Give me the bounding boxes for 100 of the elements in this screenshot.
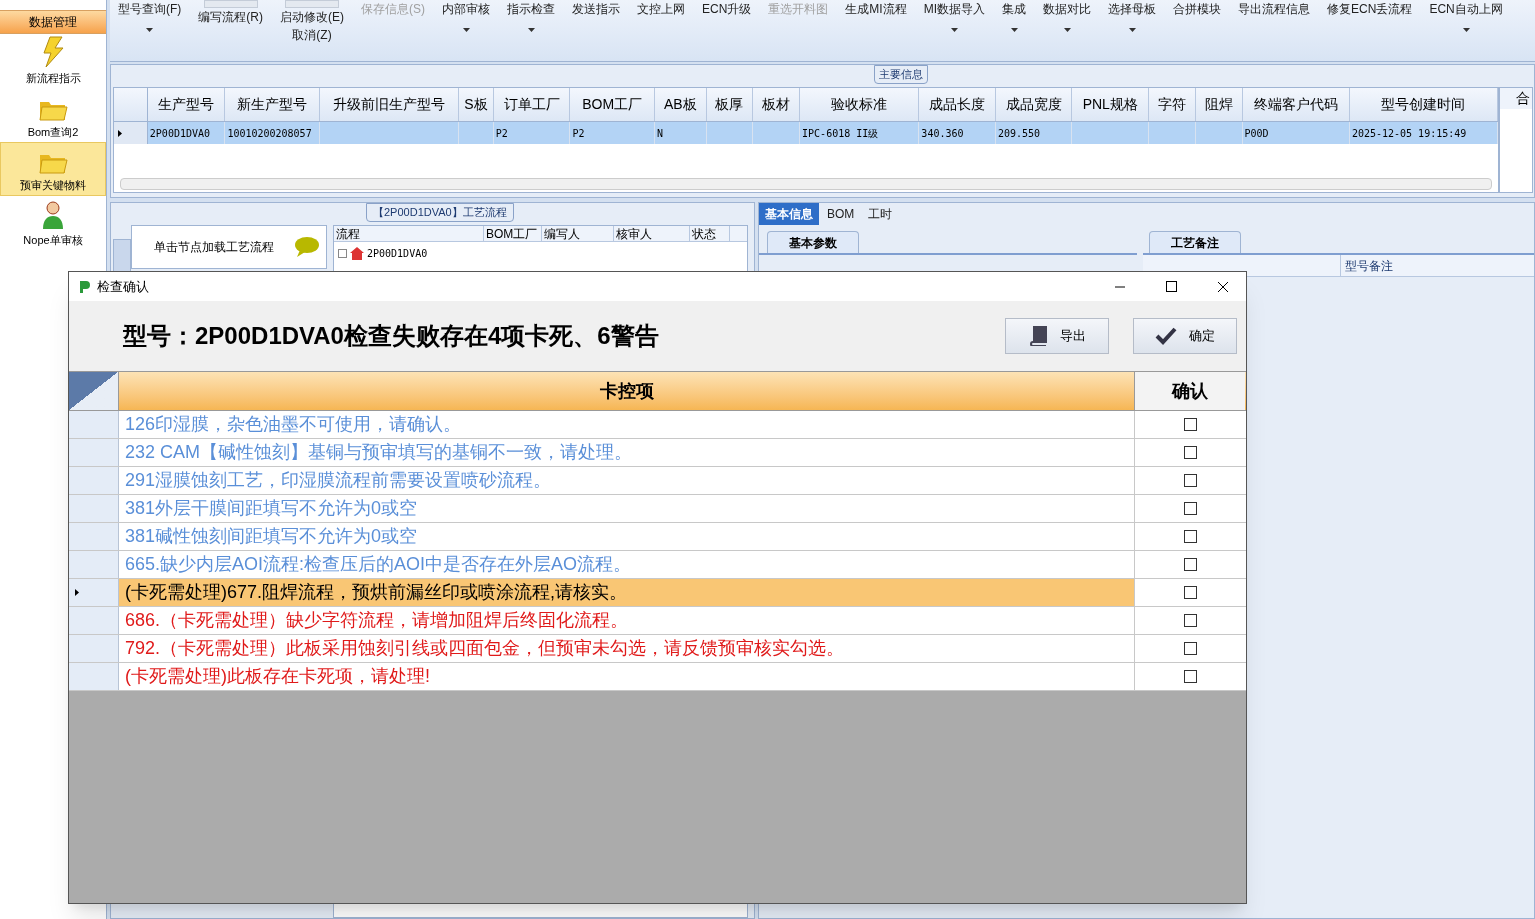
toolbar-button[interactable]: 生成MI流程 [845, 0, 907, 61]
dialog-button[interactable]: 确定 [1133, 318, 1237, 354]
column-header[interactable]: 生产型号 [147, 88, 226, 121]
column-header[interactable]: BOM工厂 [484, 226, 542, 241]
toolbar-button[interactable]: 集成 [1002, 0, 1027, 61]
table-cell-text: IPC-6018 II级 [802, 126, 879, 141]
toolbar-button[interactable]: 导出流程信息 [1238, 0, 1311, 61]
table-cell-text: 792.（卡死需处理）此板采用蚀刻引线或四面包金，但预审未勾选，请反馈预审核实勾选。 [125, 637, 845, 660]
speech-bubble-icon [294, 236, 320, 258]
column-header[interactable]: 确认 [1135, 372, 1245, 410]
caret-icon [527, 28, 535, 32]
button-graphic [285, 0, 339, 8]
caret-icon [1128, 28, 1136, 32]
column-header[interactable]: 状态 [690, 226, 730, 241]
maximize-icon[interactable] [1166, 281, 1177, 292]
table-cell-text: 665.缺少内层AOI流程:检查压后的AOI中是否存在外层AO流程。 [125, 553, 632, 576]
checkbox[interactable] [1183, 642, 1197, 655]
collapse-icon[interactable] [338, 248, 347, 258]
column-header[interactable]: 核审人 [614, 226, 690, 241]
lightning-icon [40, 35, 66, 68]
column-header[interactable]: BOM工厂 [570, 88, 655, 121]
check-icon [1155, 327, 1177, 345]
column-header[interactable]: 板厚 [706, 88, 754, 121]
table-cell-text: 340.360 [921, 126, 964, 141]
toolbar-button[interactable]: 型号查询(F) [118, 0, 182, 61]
toolbar-button[interactable]: ECN升级 [702, 0, 752, 61]
column-header[interactable]: 阻焊 [1195, 88, 1243, 121]
column-header[interactable]: 型号备注 [1341, 255, 1393, 276]
toolbar-button[interactable]: MI数据导入 [923, 0, 986, 61]
column-header[interactable]: 订单工厂 [493, 88, 571, 121]
table-cell-text: P2 [572, 126, 585, 141]
current-row-icon [75, 589, 79, 596]
dialog-heading: 型号：2P00D1DVA0检查失败存在4项卡死、6警告 [123, 321, 659, 351]
sub-tab[interactable]: 基本参数 [767, 231, 859, 253]
toolbar-button[interactable]: 修复ECN丢流程 [1327, 0, 1413, 61]
grid-row[interactable]: 686.（卡死需处理）缺少字符流程，请增加阻焊后终固化流程。 [69, 607, 1246, 635]
person-icon [41, 199, 65, 230]
column-header[interactable]: 编写人 [542, 226, 614, 241]
caret-icon [462, 28, 470, 32]
toolbar-button[interactable]: ECN自动上网 [1429, 0, 1503, 61]
table-cell-text: 291湿膜蚀刻工艺，印湿膜流程前需要设置喷砂流程。 [125, 469, 552, 492]
sub-tab[interactable]: 工艺备注 [1149, 231, 1241, 253]
sidebar-item[interactable]: Bom查询2 [0, 88, 106, 142]
column-header[interactable]: 新生产型号 [225, 88, 320, 121]
column-header[interactable]: 字符 [1149, 88, 1196, 121]
dialog-button[interactable]: 导出 [1005, 318, 1109, 354]
checkbox[interactable] [1183, 474, 1197, 487]
column-header[interactable]: 终端客户代码 [1242, 88, 1350, 121]
window-title: 检查确认 [97, 277, 149, 296]
column-header[interactable]: AB板 [654, 88, 707, 121]
tab[interactable]: 工时 [862, 203, 899, 225]
column-header[interactable]: 升级前旧生产型号 [319, 88, 459, 121]
checkbox[interactable] [1183, 530, 1197, 543]
checkbox[interactable] [1183, 614, 1197, 627]
checkbox[interactable] [1183, 586, 1197, 599]
grid-row[interactable]: 2P00D1DVA0 10010200208057 P2 P2 N IPC-6018 II级 340.360 209.550 P00D 2025-12-05 19:15:49 [114, 122, 1498, 144]
column-header[interactable]: PNL规格 [1072, 88, 1150, 121]
toolbar-button[interactable]: 合拼模块 [1173, 0, 1222, 61]
toolbar-button[interactable]: 启动修改(E) 取消(Z) [280, 0, 344, 61]
sidebar-item[interactable]: Nope单审核 [0, 196, 106, 250]
checkbox[interactable] [1183, 502, 1197, 515]
toolbar-button[interactable]: 编写流程(R) [198, 0, 263, 61]
sidebar-header[interactable]: 数据管理 [0, 10, 106, 34]
tab[interactable]: BOM [821, 203, 861, 225]
book-icon [1028, 326, 1048, 346]
column-header[interactable]: 成品宽度 [995, 88, 1073, 121]
sidebar-item[interactable]: 预审关键物料 [0, 142, 106, 196]
toolbar-button[interactable]: 内部审核 [442, 0, 490, 61]
checkbox[interactable] [1183, 446, 1197, 459]
column-header[interactable]: 验收标准 [800, 88, 920, 121]
grid-row[interactable]: (卡死需处理)677.阻焊流程，预烘前漏丝印或喷涂流程,请核实。 [69, 579, 1246, 607]
group-title: 【2P00D1DVA0】工艺流程 [366, 203, 514, 222]
checkbox[interactable] [1183, 558, 1197, 571]
column-header[interactable]: 板材 [753, 88, 801, 121]
toolbar-button[interactable]: 选择母板 [1108, 0, 1157, 61]
table-cell-text: (卡死需处理)此板存在卡死项，请处理! [125, 665, 430, 688]
button-graphic [203, 0, 258, 8]
table-cell-text: 2P00D1DVA0 [149, 126, 211, 141]
column-header[interactable]: S板 [459, 88, 494, 121]
checkbox[interactable] [1183, 670, 1197, 683]
toolbar-button[interactable]: 文控上网 [637, 0, 685, 61]
checkbox[interactable] [1183, 418, 1197, 431]
sidebar-item[interactable]: 新流程指示 [0, 34, 106, 88]
caret-icon [950, 28, 958, 32]
column-header[interactable]: 成品长度 [919, 88, 996, 121]
tab[interactable]: 基本信息 [759, 203, 819, 225]
current-row-icon [118, 129, 122, 137]
grid-row[interactable]: 792.（卡死需处理）此板采用蚀刻引线或四面包金，但预审未勾选，请反馈预审核实勾选。 [69, 635, 1246, 663]
close-icon[interactable] [1217, 280, 1229, 293]
toolbar-button[interactable]: 指示检查 [507, 0, 555, 61]
toolbar-button[interactable]: 发送指示 [572, 0, 620, 61]
column-header[interactable]: 型号创建时间 [1349, 88, 1499, 121]
caret-icon [1462, 28, 1470, 32]
table-cell-text: 2025-12-05 19:15:49 [1351, 126, 1467, 141]
table-cell-text: P00D [1244, 126, 1269, 141]
toolbar-button[interactable]: 数据对比 [1043, 0, 1092, 61]
tree-node[interactable]: 2P00D1DVA0 [367, 245, 428, 261]
grid-row[interactable]: (卡死需处理)此板存在卡死项，请处理! [69, 663, 1246, 691]
table-cell-text: (卡死需处理)677.阻焊流程，预烘前漏丝印或喷涂流程,请核实。 [125, 581, 628, 604]
column-header[interactable]: 流程 [334, 226, 484, 241]
